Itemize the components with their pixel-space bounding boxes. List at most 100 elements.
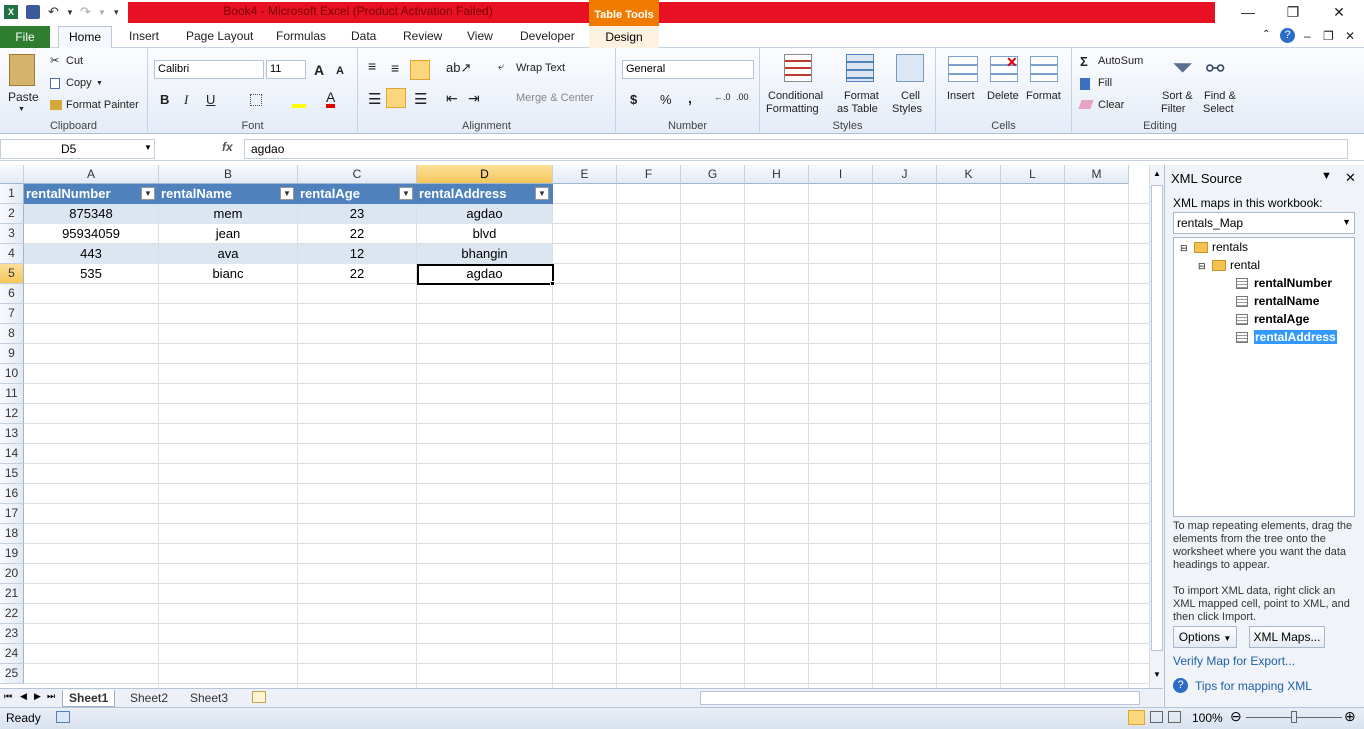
zoom-thumb[interactable] [1291, 711, 1297, 723]
tree-child[interactable]: rental [1230, 258, 1260, 272]
row-header-1[interactable]: 1 [0, 184, 24, 204]
namebox-dropdown-icon[interactable]: ▼ [144, 143, 152, 152]
restore-icon[interactable]: ❐ [1278, 4, 1308, 21]
tab-view[interactable]: View [467, 29, 493, 43]
cell-styles-button[interactable]: Cell [901, 90, 920, 102]
column-header-g[interactable]: G [681, 165, 745, 184]
tab-review[interactable]: Review [403, 29, 442, 43]
wrap-text-icon[interactable]: ⤶ [498, 61, 504, 74]
tab-developer[interactable]: Developer [520, 29, 575, 43]
decrease-indent-icon[interactable]: ⇤ [446, 90, 458, 107]
format-cells-button[interactable]: Format [1026, 90, 1061, 102]
row-header-14[interactable]: 14 [0, 444, 24, 464]
column-header-l[interactable]: L [1001, 165, 1065, 184]
scroll-up-icon[interactable]: ▲ [1153, 169, 1161, 178]
insert-sheet-icon[interactable] [252, 691, 266, 703]
font-color-icon[interactable]: A [326, 90, 336, 108]
format-painter-button[interactable]: Format Painter [66, 99, 139, 111]
table-cell[interactable]: 443 [24, 244, 158, 264]
pane-close-icon[interactable]: ✕ [1345, 170, 1356, 186]
column-header-e[interactable]: E [553, 165, 617, 184]
find-select-icon[interactable]: ⚯ [1206, 56, 1224, 82]
conditional-formatting-icon[interactable] [784, 54, 812, 82]
fill-handle[interactable] [550, 281, 555, 286]
workbook-restore-icon[interactable]: ❐ [1323, 29, 1334, 43]
align-top-icon[interactable]: ≡ [368, 58, 376, 74]
row-header-22[interactable]: 22 [0, 604, 24, 624]
row-header-15[interactable]: 15 [0, 464, 24, 484]
delete-cells-button[interactable]: Delete [987, 90, 1019, 102]
row-header-3[interactable]: 3 [0, 224, 24, 244]
row-header-11[interactable]: 11 [0, 384, 24, 404]
cut-icon[interactable]: ✂ [50, 54, 59, 67]
row-header-9[interactable]: 9 [0, 344, 24, 364]
row-header-21[interactable]: 21 [0, 584, 24, 604]
filter-dropdown-icon[interactable]: ▼ [535, 187, 549, 200]
horizontal-scrollbar[interactable] [700, 691, 1140, 705]
zoom-in-icon[interactable]: ⊕ [1344, 708, 1356, 725]
xml-maps-button[interactable]: XML Maps... [1249, 626, 1325, 648]
tips-link[interactable]: Tips for mapping XML [1195, 679, 1312, 693]
autosum-icon[interactable]: Σ [1080, 54, 1088, 69]
tree-root[interactable]: rentals [1212, 240, 1248, 254]
scroll-thumb[interactable] [1151, 185, 1163, 651]
first-sheet-icon[interactable]: ⏮ [4, 691, 12, 702]
align-bottom-icon[interactable] [410, 60, 430, 80]
tree-field-rentalage[interactable]: rentalAge [1254, 312, 1309, 326]
fill-button[interactable]: Fill [1098, 77, 1112, 89]
table-cell[interactable]: jean [159, 224, 297, 244]
clear-icon[interactable] [1078, 100, 1094, 109]
row-header-10[interactable]: 10 [0, 364, 24, 384]
sort-filter-icon[interactable]: ⏷ [1172, 52, 1193, 84]
row-header-17[interactable]: 17 [0, 504, 24, 524]
copy-button[interactable]: Copy [66, 77, 92, 89]
conditional-formatting-button[interactable]: Conditional [768, 90, 823, 102]
scroll-down-icon[interactable]: ▼ [1153, 670, 1161, 679]
percent-button[interactable]: % [660, 92, 672, 107]
customize-qat-icon[interactable]: ▾ [114, 7, 119, 18]
conditional-formatting-label2[interactable]: Formatting [766, 103, 819, 115]
column-header-k[interactable]: K [937, 165, 1001, 184]
vertical-scrollbar[interactable]: ▲ ▼ [1149, 165, 1164, 688]
column-header-d[interactable]: D [417, 165, 553, 184]
options-button[interactable]: Options ▼ [1173, 626, 1237, 648]
table-cell[interactable]: 12 [298, 244, 416, 264]
table-header-cell[interactable]: rentalName [159, 184, 298, 204]
tab-file[interactable]: File [0, 26, 50, 48]
table-cell[interactable]: 22 [298, 224, 416, 244]
row-header-4[interactable]: 4 [0, 244, 24, 264]
name-box[interactable]: D5 [0, 139, 155, 159]
autosum-button[interactable]: AutoSum [1098, 55, 1143, 67]
sort-filter-label2[interactable]: Filter [1161, 103, 1185, 115]
zoom-level[interactable]: 100% [1192, 711, 1223, 725]
undo-icon[interactable]: ↶ [48, 4, 59, 20]
find-select-button[interactable]: Find & [1204, 90, 1236, 102]
merge-center-button[interactable]: Merge & Center [516, 92, 594, 104]
align-right-icon[interactable]: ☰ [414, 90, 427, 108]
page-layout-view-icon[interactable] [1150, 711, 1163, 723]
fill-icon[interactable] [1080, 78, 1090, 90]
column-header-i[interactable]: I [809, 165, 873, 184]
undo-dropdown-icon[interactable]: ▼ [66, 8, 74, 17]
format-as-table-icon[interactable] [846, 54, 874, 82]
table-header-cell[interactable]: rentalNumber [24, 184, 159, 204]
prev-sheet-icon[interactable]: ◀ [20, 691, 27, 702]
worksheet-grid[interactable]: ABCDEFGHIJKLM 1 2 3 4 5 6 7 8 9 10 11 12 13 14 15 16 17 1… [0, 165, 1163, 688]
column-header-b[interactable]: B [159, 165, 298, 184]
minimize-ribbon-icon[interactable]: ⌃ [1262, 29, 1270, 40]
row-header-7[interactable]: 7 [0, 304, 24, 324]
format-as-table-button[interactable]: Format [844, 90, 879, 102]
table-cell[interactable]: ava [159, 244, 297, 264]
row-header-12[interactable]: 12 [0, 404, 24, 424]
cut-button[interactable]: Cut [66, 55, 83, 67]
normal-view-icon[interactable] [1128, 710, 1145, 725]
insert-cells-icon[interactable] [948, 56, 978, 82]
xml-map-select[interactable]: rentals_Map ▼ [1173, 212, 1355, 234]
italic-button[interactable]: I [184, 92, 188, 108]
paste-dropdown-icon[interactable]: ▼ [18, 106, 25, 113]
copy-dropdown-icon[interactable]: ▼ [96, 80, 103, 87]
xml-map-dropdown-icon[interactable]: ▼ [1342, 217, 1351, 227]
orientation-icon[interactable]: ab↗ [446, 60, 471, 76]
shrink-font-icon[interactable]: A [336, 65, 344, 77]
align-center-icon[interactable] [386, 88, 406, 108]
